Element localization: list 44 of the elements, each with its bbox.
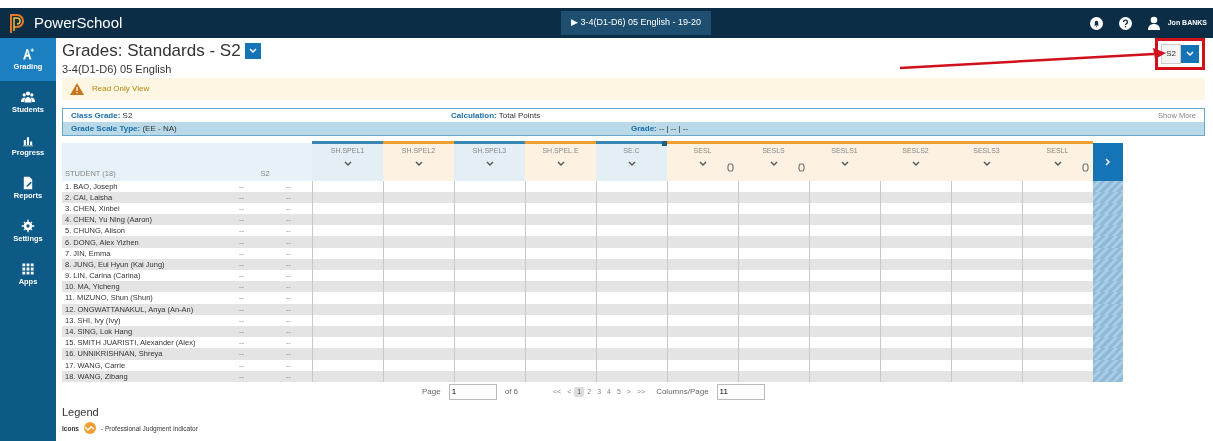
- next-columns-button[interactable]: [1093, 142, 1123, 181]
- grade-scale-text: Grade Scale Type: (EE - NA): [71, 122, 178, 135]
- page-subtitle: 3-4(D1-D6) 05 English: [62, 61, 173, 77]
- page-label: Page: [422, 385, 441, 398]
- logo-icon: [8, 12, 26, 34]
- people-icon: [21, 89, 35, 104]
- chevron-down-icon[interactable]: [627, 160, 636, 167]
- chevron-down-icon[interactable]: [698, 160, 707, 167]
- chevron-down-icon: [1186, 51, 1194, 57]
- notification-icon[interactable]: [1089, 16, 1103, 30]
- chevron-right-icon: [1105, 158, 1111, 166]
- title-dropdown-button[interactable]: [244, 43, 261, 60]
- chevron-down-icon[interactable]: [840, 160, 849, 167]
- chevron-down-icon[interactable]: [414, 160, 423, 167]
- grid-icon: [21, 261, 35, 276]
- section-button[interactable]: ▶ 3-4(D1-D6) 05 English - 19-20: [561, 11, 712, 35]
- chevron-down-icon[interactable]: [556, 160, 565, 167]
- term-dropdown-button[interactable]: [1181, 45, 1199, 63]
- legend-title: Legend: [62, 404, 100, 420]
- columns-per-page-label: Columns/Page: [656, 385, 709, 398]
- chevron-down-icon[interactable]: [982, 160, 991, 167]
- chevron-down-icon[interactable]: [911, 160, 920, 167]
- columns-per-page-field[interactable]: 11: [716, 383, 765, 400]
- flag-icon: [662, 141, 667, 146]
- page-count: of 6: [504, 385, 519, 398]
- user-icon[interactable]: [1147, 16, 1160, 30]
- class-grade-text: Class Grade: S2: [71, 109, 134, 122]
- chevron-down-icon[interactable]: [343, 160, 352, 167]
- grade-text: Grade: -- | -- | --: [631, 122, 689, 135]
- chevron-down-icon[interactable]: [1053, 160, 1062, 167]
- chevron-down-icon[interactable]: [485, 160, 494, 167]
- page-field[interactable]: 1: [448, 383, 497, 400]
- chevron-down-icon[interactable]: [769, 160, 778, 167]
- page-title: Grades: Standards - S2: [62, 42, 241, 61]
- warning-icon: [70, 83, 84, 95]
- document-icon: [21, 175, 35, 190]
- chevron-down-icon: [248, 48, 257, 55]
- grade-icon: [21, 46, 35, 61]
- alert-text: Read Only View: [92, 83, 150, 95]
- judgment-indicator-icon: [83, 422, 97, 435]
- term-select[interactable]: S2: [1161, 44, 1181, 64]
- brand-name: PowerSchool: [34, 12, 123, 33]
- calculation-text: Calculation: Total Points: [451, 109, 541, 122]
- help-icon[interactable]: [1118, 16, 1132, 30]
